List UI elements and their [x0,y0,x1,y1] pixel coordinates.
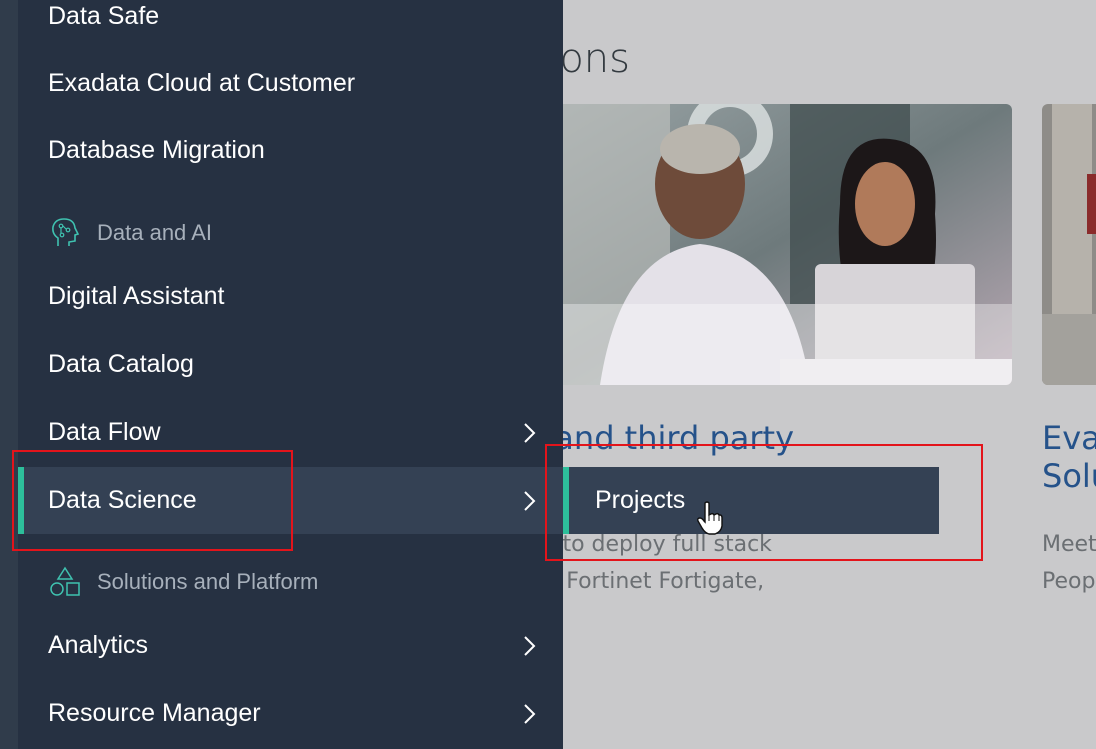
nav-item-label: Resource Manager [48,699,261,727]
nav-item-data-safe[interactable]: Data Safe [18,0,563,50]
nav-section-solutions-and-platform: Solutions and Platform [18,557,563,607]
nav-section-label: Solutions and Platform [97,569,319,594]
card-image-office[interactable] [1042,104,1096,385]
nav-item-label: Analytics [48,631,149,659]
card-description-2: Meet Peop [1042,526,1096,600]
card-title-line: Eva [1042,419,1096,457]
nav-item-label: Exadata Cloud at Customer [48,69,356,97]
chevron-right-icon [524,490,536,511]
nav-item-label: Data Safe [48,2,160,30]
nav-item-database-migration[interactable]: Database Migration [18,117,563,184]
left-rail [0,0,18,749]
highlight-box-data-science [12,450,293,551]
nav-item-label: Data Flow [48,418,161,446]
nav-item-label: Data Catalog [48,350,194,378]
nav-item-data-catalog[interactable]: Data Catalog [18,331,563,398]
card-description-line: Meet [1042,532,1096,557]
nav-section-data-and-ai: Data and AI [18,208,563,258]
office-photo [1042,104,1096,385]
nav-item-exadata-cloud-at-customer[interactable]: Exadata Cloud at Customer [18,50,563,117]
chevron-right-icon [524,635,536,656]
shapes-icon [50,566,80,596]
card-title-link-2[interactable]: Eva Solu [1042,419,1096,496]
nav-item-label: Database Migration [48,136,265,164]
nav-item-resource-manager[interactable]: Resource Manager [18,680,563,747]
nav-section-label: Data and AI [97,220,212,245]
card-title-line: Solu [1042,457,1096,496]
nav-item-analytics[interactable]: Analytics [18,612,563,679]
chevron-right-icon [524,422,536,443]
chevron-right-icon [524,703,536,724]
highlight-box-projects [545,444,983,561]
nav-item-digital-assistant[interactable]: Digital Assistant [18,263,563,330]
meeting-photo [540,104,1012,385]
card-description-line: Peop [1042,569,1096,594]
ai-head-icon [52,218,80,246]
card-image-meeting[interactable] [540,104,1012,385]
nav-item-label: Digital Assistant [48,282,225,310]
navigation-menu: Data Safe Exadata Cloud at Customer Data… [18,0,563,749]
